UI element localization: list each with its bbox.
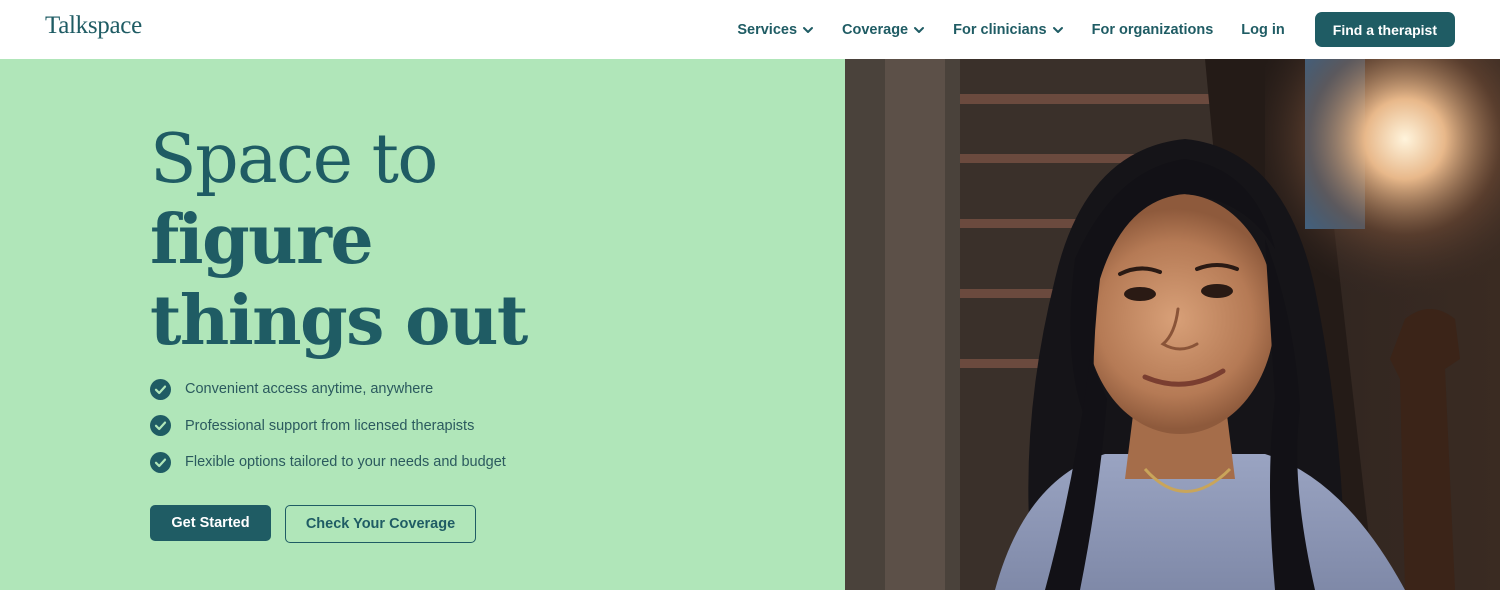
benefit-text: Flexible options tailored to your needs …: [185, 454, 506, 470]
check-your-coverage-button[interactable]: Check Your Coverage: [285, 505, 476, 543]
find-a-therapist-button[interactable]: Find a therapist: [1314, 12, 1455, 47]
chevron-down-icon: [802, 24, 814, 36]
check-circle-icon: [150, 415, 171, 436]
hero-cta-row: Get Started Check Your Coverage: [150, 505, 476, 543]
nav-for-organizations[interactable]: For organizations: [1092, 22, 1214, 38]
nav-services[interactable]: Services: [737, 22, 814, 38]
benefit-text: Professional support from licensed thera…: [185, 417, 475, 434]
hero-headline: Space to figure things out: [150, 119, 528, 362]
talkspace-logo[interactable]: Talkspace: [45, 12, 142, 40]
nav-services-label: Services: [737, 21, 798, 38]
nav-coverage[interactable]: Coverage: [842, 22, 925, 38]
nav-log-in-label: Log in: [1241, 21, 1285, 38]
headline-line-3: things out: [150, 281, 528, 361]
headline-line-2: figure: [150, 200, 374, 280]
woman-smiling-photo-icon: [845, 59, 1500, 590]
nav-log-in[interactable]: Log in: [1241, 22, 1285, 38]
headline-line-1: Space to: [150, 120, 438, 199]
check-circle-icon: [150, 378, 171, 400]
nav-for-clinicians-label: For clinicians: [953, 21, 1047, 38]
benefit-item: Professional support from licensed thera…: [150, 415, 506, 436]
benefit-text: Convenient access anytime, anywhere: [185, 381, 434, 397]
site-header: Talkspace Services Coverage For clinicia…: [0, 0, 1500, 59]
chevron-down-icon: [913, 24, 925, 36]
nav-for-clinicians[interactable]: For clinicians: [953, 22, 1063, 38]
nav-for-organizations-label: For organizations: [1091, 21, 1214, 38]
hero-photo: [845, 59, 1500, 590]
hero-section: Space to figure things out Convenient ac…: [0, 59, 1500, 590]
benefits-list: Convenient access anytime, anywhere Prof…: [150, 378, 506, 489]
check-circle-icon: [150, 451, 171, 473]
chevron-down-icon: [1052, 24, 1064, 36]
main-nav: Services Coverage For clinicians For org…: [737, 12, 1455, 47]
benefit-item: Convenient access anytime, anywhere: [150, 378, 506, 400]
get-started-button[interactable]: Get Started: [150, 505, 271, 541]
benefit-item: Flexible options tailored to your needs …: [150, 451, 506, 473]
hero-content: Space to figure things out Convenient ac…: [0, 59, 845, 590]
nav-coverage-label: Coverage: [842, 21, 909, 38]
